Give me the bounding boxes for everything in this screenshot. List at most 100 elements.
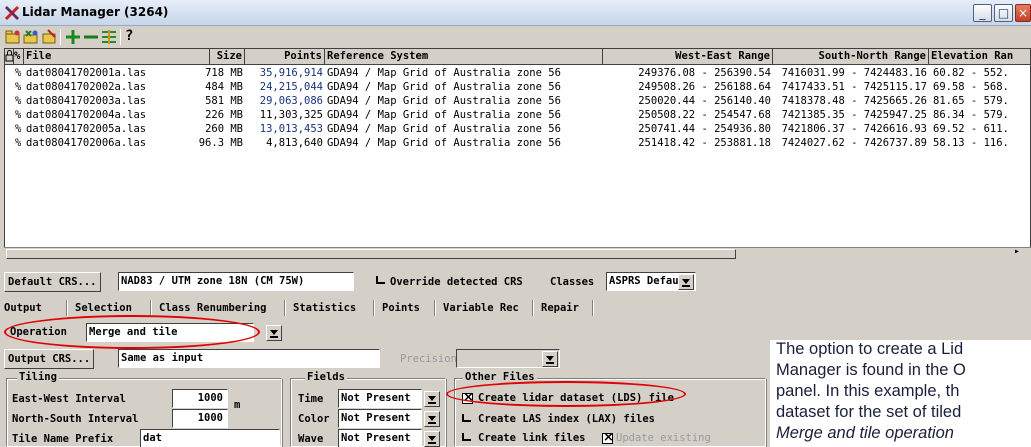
file-list[interactable]: % File Size Points Reference System West… bbox=[4, 48, 1031, 258]
tile-name-prefix-field[interactable]: dat bbox=[140, 429, 280, 447]
column-header-west-east-range[interactable]: West-East Range bbox=[603, 49, 773, 65]
south-north-range: 7416031.99 - 7424483.16 bbox=[781, 67, 927, 79]
minimize-icon: _ bbox=[979, 6, 986, 20]
column-header-reference-system[interactable]: Reference System bbox=[325, 49, 603, 65]
output-crs-field[interactable]: Same as input bbox=[118, 349, 380, 368]
lock-column-header[interactable] bbox=[5, 49, 14, 65]
color-select[interactable]: Not Present bbox=[338, 409, 422, 428]
link-icon: % bbox=[15, 81, 22, 93]
note-line-2: Manager is found in the O bbox=[776, 361, 966, 379]
note-line-5: Merge and tile operation bbox=[776, 424, 954, 442]
tab-repair[interactable]: Repair bbox=[541, 297, 579, 319]
add-directory-icon[interactable] bbox=[22, 28, 40, 46]
scrollbar-thumb[interactable] bbox=[6, 249, 736, 259]
table-row[interactable]: % dat08041702002a.las 484 MB 24,215,044 … bbox=[5, 80, 1030, 94]
column-header-south-north-range[interactable]: South-North Range bbox=[773, 49, 929, 65]
remove-icon[interactable] bbox=[40, 28, 58, 46]
elevation-range: 86.34 - 579. bbox=[933, 109, 1009, 121]
create-link-checkbox[interactable] bbox=[462, 433, 471, 441]
create-lds-checkbox[interactable] bbox=[462, 390, 474, 405]
elevation-range: 81.65 - 579. bbox=[933, 95, 1009, 107]
title-bar[interactable]: Lidar Manager (3264) _ □ × bbox=[0, 0, 1031, 26]
link-icon: % bbox=[15, 95, 22, 107]
column-header-size[interactable]: Size bbox=[210, 49, 245, 65]
plus-icon[interactable] bbox=[64, 28, 82, 46]
tab-class-renumbering[interactable]: Class Renumbering bbox=[159, 297, 266, 319]
scroll-right-icon[interactable]: ▸ bbox=[1014, 246, 1020, 257]
reference-system: GDA94 / Map Grid of Australia zone 56 bbox=[327, 109, 561, 121]
wave-select[interactable]: Not Present bbox=[338, 429, 422, 447]
elevation-range: 69.52 - 611. bbox=[933, 123, 1009, 135]
tab-points[interactable]: Points bbox=[382, 297, 420, 319]
link-icon: % bbox=[15, 67, 22, 79]
tiling-group-title: Tiling bbox=[17, 371, 59, 383]
default-crs-button[interactable]: Default CRS... bbox=[4, 272, 101, 292]
tab-output[interactable]: Output bbox=[4, 297, 42, 319]
tab-bar: Output Selection Class Renumbering Stati… bbox=[4, 297, 1031, 319]
minimize-button[interactable]: _ bbox=[973, 4, 992, 22]
file-size: 718 MB bbox=[205, 67, 243, 79]
east-west-interval-field[interactable]: 1000 bbox=[172, 389, 228, 408]
create-lds-label: Create lidar dataset (LDS) file bbox=[478, 392, 674, 404]
link-icon: % bbox=[15, 137, 22, 149]
wave-dropdown-icon[interactable] bbox=[424, 431, 440, 447]
table-row[interactable]: % dat08041702003a.las 581 MB 29,063,086 … bbox=[5, 94, 1030, 108]
elevation-range: 60.82 - 552. bbox=[933, 67, 1009, 79]
column-header-file[interactable]: File bbox=[24, 49, 210, 65]
classes-dropdown-icon[interactable] bbox=[678, 274, 694, 290]
reference-system: GDA94 / Map Grid of Australia zone 56 bbox=[327, 81, 561, 93]
note-line-3: panel. In this example, th bbox=[776, 382, 960, 400]
table-row[interactable]: % dat08041702005a.las 260 MB 13,013,453 … bbox=[5, 122, 1030, 136]
time-label: Time bbox=[298, 393, 324, 405]
table-row[interactable]: % dat08041702006a.las 96.3 MB 4,813,640 … bbox=[5, 136, 1030, 150]
color-dropdown-icon[interactable] bbox=[424, 411, 440, 427]
close-button[interactable]: × bbox=[1015, 4, 1031, 22]
help-icon[interactable]: ? bbox=[125, 28, 133, 44]
tab-separator bbox=[373, 300, 375, 316]
override-crs-checkbox[interactable] bbox=[376, 276, 385, 284]
wave-label: Wave bbox=[298, 433, 324, 445]
link-icon: % bbox=[14, 50, 21, 62]
point-count: 35,916,914 bbox=[259, 67, 323, 79]
operation-dropdown-icon[interactable] bbox=[266, 325, 282, 341]
tab-selection[interactable]: Selection bbox=[75, 297, 132, 319]
lock-icon bbox=[5, 50, 13, 62]
create-lax-checkbox[interactable] bbox=[462, 414, 471, 422]
default-crs-field[interactable]: NAD83 / UTM zone 18N (CM 75W) bbox=[118, 272, 354, 291]
west-east-range: 250741.44 - 254936.80 bbox=[638, 123, 771, 135]
column-header-points[interactable]: Points bbox=[245, 49, 325, 65]
toolbar-separator bbox=[60, 29, 61, 45]
south-north-range: 7421806.37 - 7426616.93 bbox=[781, 123, 927, 135]
link-icon: % bbox=[15, 123, 22, 135]
column-header-elevation-range[interactable]: Elevation Ran bbox=[929, 49, 1030, 65]
output-crs-button[interactable]: Output CRS... bbox=[4, 349, 95, 369]
file-size: 581 MB bbox=[205, 95, 243, 107]
operation-select[interactable]: Merge and tile bbox=[86, 323, 254, 342]
precision-dropdown-icon[interactable] bbox=[542, 351, 558, 367]
maximize-button[interactable]: □ bbox=[994, 4, 1013, 22]
override-crs-label: Override detected CRS bbox=[390, 276, 523, 288]
toolbar-separator bbox=[120, 29, 121, 45]
operation-label: Operation bbox=[10, 326, 67, 338]
close-icon: × bbox=[1017, 6, 1029, 20]
tab-statistics[interactable]: Statistics bbox=[293, 297, 356, 319]
file-name: dat08041702006a.las bbox=[26, 137, 147, 149]
link-column-header[interactable]: % bbox=[14, 49, 24, 65]
time-select[interactable]: Not Present bbox=[338, 389, 422, 408]
north-south-interval-field[interactable]: 1000 bbox=[172, 409, 228, 428]
time-dropdown-icon[interactable] bbox=[424, 391, 440, 407]
filter-icon[interactable] bbox=[100, 28, 118, 46]
horizontal-scrollbar[interactable]: ▸ bbox=[4, 246, 1031, 260]
color-label: Color bbox=[298, 413, 330, 425]
tab-variable-rec[interactable]: Variable Rec bbox=[443, 297, 519, 319]
west-east-range: 250508.22 - 254547.68 bbox=[638, 109, 771, 121]
minus-icon[interactable] bbox=[82, 28, 100, 46]
open-files-icon[interactable] bbox=[4, 28, 22, 46]
explanation-note: The option to create a Lid Manager is fo… bbox=[770, 340, 1031, 447]
point-count: 29,063,086 bbox=[259, 95, 323, 107]
south-north-range: 7421385.35 - 7425947.25 bbox=[781, 109, 927, 121]
file-name: dat08041702005a.las bbox=[26, 123, 147, 135]
table-row[interactable]: % dat08041702001a.las 718 MB 35,916,914 … bbox=[5, 66, 1030, 80]
update-existing-checkbox[interactable] bbox=[602, 430, 614, 445]
table-row[interactable]: % dat08041702004a.las 226 MB 11,303,325 … bbox=[5, 108, 1030, 122]
